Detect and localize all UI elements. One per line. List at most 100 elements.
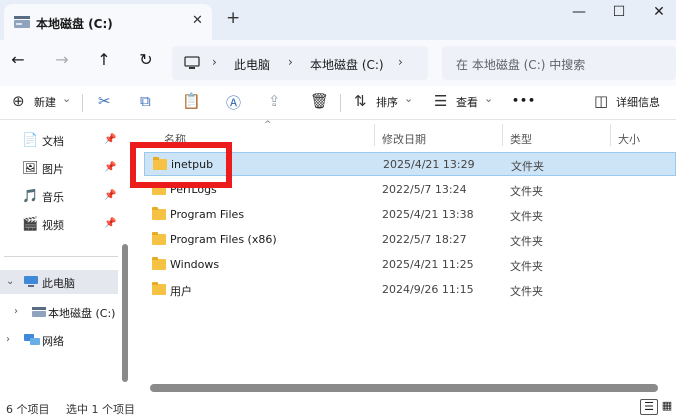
expand-chevron-icon[interactable]: › bbox=[14, 306, 18, 317]
sort-icon: ⇅ bbox=[354, 92, 367, 110]
breadcrumb-local-disk[interactable]: 本地磁盘 (C:) bbox=[310, 56, 384, 73]
delete-icon[interactable]: 🗑 bbox=[310, 92, 329, 110]
file-date: 2024/9/26 11:15 bbox=[382, 283, 474, 296]
sidebar-item-network[interactable]: › 网络 bbox=[0, 328, 118, 352]
pin-icon[interactable]: 📌 bbox=[104, 162, 116, 173]
address-bar: ← → ↑ ↻ › 此电脑 › 本地磁盘 (C:) › 在 本地磁盘 (C:) … bbox=[0, 40, 676, 86]
network-icon bbox=[24, 334, 40, 345]
sidebar-item-documents[interactable]: 📄 文档 📌 bbox=[0, 128, 118, 152]
more-options-button[interactable]: ••• bbox=[512, 94, 536, 107]
sidebar-item-pictures[interactable]: 🖼 图片 📌 bbox=[0, 156, 118, 180]
new-tab-button[interactable]: + bbox=[226, 8, 240, 28]
tab-title: 本地磁盘 (C:) bbox=[36, 17, 113, 31]
divider bbox=[82, 94, 83, 112]
details-pane-icon: ◫ bbox=[594, 92, 609, 110]
column-divider[interactable] bbox=[374, 124, 375, 146]
copy-icon[interactable]: ⧉ bbox=[140, 92, 151, 110]
expand-chevron-icon[interactable]: › bbox=[6, 334, 10, 345]
sort-button[interactable]: 排序 bbox=[376, 94, 398, 110]
path-chevron-icon: › bbox=[212, 55, 217, 69]
pin-icon[interactable]: 📌 bbox=[104, 190, 116, 201]
rename-icon[interactable]: Ⓐ bbox=[226, 92, 241, 113]
file-date: 2022/5/7 13:24 bbox=[382, 183, 467, 196]
breadcrumb-this-pc[interactable]: 此电脑 bbox=[234, 56, 270, 73]
search-box[interactable]: 在 本地磁盘 (C:) 中搜索 bbox=[442, 46, 676, 80]
tab-local-disk[interactable]: 本地磁盘 (C:) ✕ bbox=[4, 4, 212, 40]
sidebar-item-label: 此电脑 bbox=[42, 277, 75, 290]
close-window-button[interactable]: ✕ bbox=[644, 4, 674, 20]
sidebar-item-label: 音乐 bbox=[42, 191, 64, 204]
music-icon: 🎵 bbox=[22, 189, 39, 204]
column-size[interactable]: 大小 bbox=[618, 131, 640, 147]
file-type: 文件夹 bbox=[510, 260, 543, 273]
command-bar: ⊕ 新建 ⌄ ✂ ⧉ 📋 Ⓐ ⇪ 🗑 ⇅ 排序 ⌄ ☰ 查看 ⌄ ••• ◫ 详… bbox=[0, 86, 676, 120]
new-caret-icon[interactable]: ⌄ bbox=[62, 92, 71, 105]
new-button[interactable]: 新建 bbox=[34, 94, 56, 110]
item-count: 6 个项目 bbox=[6, 403, 50, 416]
column-type[interactable]: 类型 bbox=[510, 131, 532, 147]
sort-caret-icon[interactable]: ⌄ bbox=[404, 92, 413, 105]
sidebar-item-label: 本地磁盘 (C:) bbox=[48, 307, 116, 320]
folder-icon bbox=[152, 257, 166, 270]
file-type: 文件夹 bbox=[510, 185, 543, 198]
up-button[interactable]: ↑ bbox=[92, 50, 116, 69]
refresh-button[interactable]: ↻ bbox=[134, 50, 158, 69]
path-chevron-icon[interactable]: › bbox=[398, 55, 403, 69]
file-type: 文件夹 bbox=[510, 235, 543, 248]
table-row[interactable]: Program Files 2025/4/21 13:38 文件夹 bbox=[144, 203, 676, 227]
sidebar-item-label: 视频 bbox=[42, 219, 64, 232]
file-date: 2025/4/21 11:25 bbox=[382, 258, 474, 271]
sidebar-item-label: 图片 bbox=[42, 163, 64, 176]
file-date: 2025/4/21 13:38 bbox=[382, 208, 474, 221]
details-button[interactable]: 详细信息 bbox=[616, 94, 660, 110]
file-name: 用户 bbox=[170, 285, 192, 298]
table-row[interactable]: 用户 2024/9/26 11:15 文件夹 bbox=[144, 278, 676, 302]
drive-icon bbox=[32, 307, 46, 317]
this-pc-icon bbox=[24, 276, 38, 287]
view-icon: ☰ bbox=[434, 92, 448, 110]
share-icon[interactable]: ⇪ bbox=[268, 92, 281, 110]
status-bar: 6 个项目 选中 1 个项目 ☰ ▦ bbox=[0, 396, 676, 418]
table-row[interactable]: Windows 2025/4/21 11:25 文件夹 bbox=[144, 253, 676, 277]
sidebar-item-this-pc[interactable]: ⌄ 此电脑 bbox=[0, 270, 118, 294]
maximize-button[interactable]: ☐ bbox=[604, 4, 634, 20]
file-name: Program Files bbox=[170, 208, 245, 221]
folder-icon bbox=[152, 282, 166, 295]
pin-icon[interactable]: 📌 bbox=[104, 218, 116, 229]
pin-icon[interactable]: 📌 bbox=[104, 134, 116, 145]
view-button[interactable]: 查看 bbox=[456, 94, 478, 110]
videos-icon: 🎬 bbox=[22, 217, 39, 232]
navigation-pane: 📄 文档 📌 🖼 图片 📌 🎵 音乐 📌 🎬 视频 📌 ⌄ 此电脑 › 本地磁盘… bbox=[0, 120, 132, 396]
cut-icon[interactable]: ✂ bbox=[98, 92, 111, 110]
details-view-icon[interactable]: ☰ bbox=[640, 399, 658, 415]
minimize-button[interactable]: — bbox=[564, 4, 594, 20]
column-date[interactable]: 修改日期 bbox=[382, 131, 426, 147]
column-divider[interactable] bbox=[610, 124, 611, 146]
column-divider[interactable] bbox=[502, 124, 503, 146]
forward-button[interactable]: → bbox=[50, 50, 74, 69]
table-row[interactable]: Program Files (x86) 2022/5/7 18:27 文件夹 bbox=[144, 228, 676, 252]
collapse-chevron-icon[interactable]: ⌄ bbox=[6, 276, 14, 287]
file-name: Windows bbox=[170, 258, 220, 271]
view-caret-icon[interactable]: ⌄ bbox=[484, 92, 493, 105]
search-input[interactable]: 在 本地磁盘 (C:) 中搜索 bbox=[456, 56, 585, 73]
sidebar-item-label: 文档 bbox=[42, 135, 64, 148]
computer-icon bbox=[184, 56, 200, 69]
file-type: 文件夹 bbox=[510, 285, 543, 298]
selected-count: 选中 1 个项目 bbox=[66, 403, 135, 416]
back-button[interactable]: ← bbox=[6, 50, 30, 69]
sidebar-item-videos[interactable]: 🎬 视频 📌 bbox=[0, 212, 118, 236]
tab-close-icon[interactable]: ✕ bbox=[192, 13, 203, 28]
path-box[interactable]: › 此电脑 › 本地磁盘 (C:) › bbox=[172, 46, 428, 80]
sidebar-item-music[interactable]: 🎵 音乐 📌 bbox=[0, 184, 118, 208]
tiles-view-icon[interactable]: ▦ bbox=[658, 399, 676, 415]
paste-icon[interactable]: 📋 bbox=[182, 92, 201, 110]
pictures-icon: 🖼 bbox=[22, 161, 39, 176]
horizontal-scrollbar-thumb[interactable] bbox=[150, 384, 658, 392]
sidebar-item-label: 网络 bbox=[42, 335, 64, 348]
sidebar-item-local-disk[interactable]: › 本地磁盘 (C:) bbox=[0, 300, 118, 324]
file-type: 文件夹 bbox=[510, 210, 543, 223]
sidebar-scrollbar-thumb[interactable] bbox=[122, 244, 128, 382]
drive-icon bbox=[14, 16, 30, 28]
file-name: Program Files (x86) bbox=[170, 233, 277, 246]
